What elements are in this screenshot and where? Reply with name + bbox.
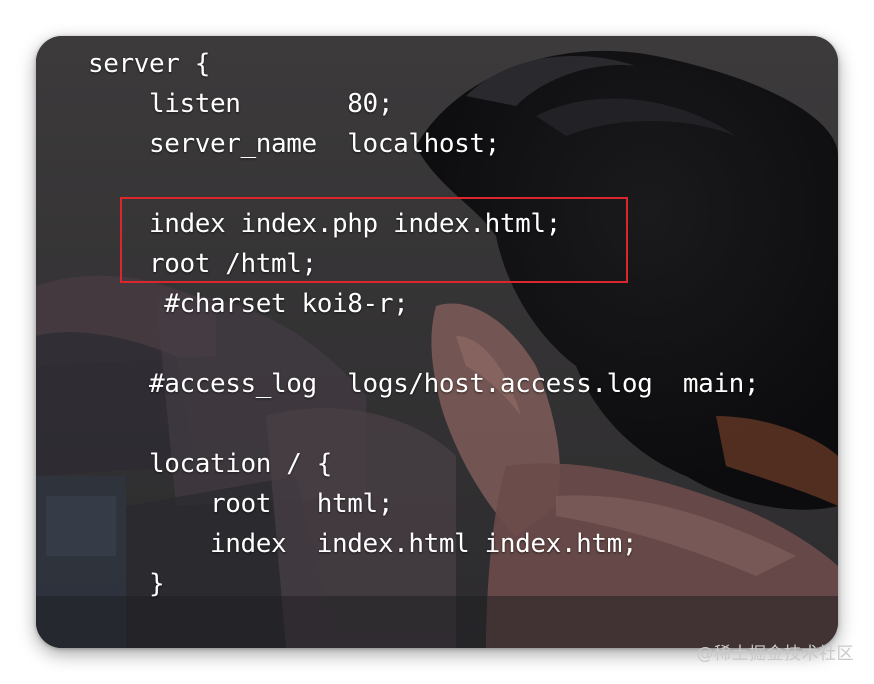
code-line: location / { bbox=[88, 449, 333, 479]
code-line: index index.html index.htm; bbox=[88, 529, 638, 559]
code-line: #access_log logs/host.access.log main; bbox=[88, 369, 760, 399]
code-block: server { listen 80; server_name localhos… bbox=[36, 36, 838, 648]
code-line: server_name localhost; bbox=[88, 129, 500, 159]
highlight-annotation-box bbox=[120, 197, 628, 283]
code-line: #charset koi8-r; bbox=[88, 289, 409, 319]
code-line: server { bbox=[88, 49, 211, 79]
code-line: } bbox=[88, 569, 165, 599]
code-line: root html; bbox=[88, 489, 394, 519]
code-line: listen 80; bbox=[88, 89, 394, 119]
code-screenshot-card: server { listen 80; server_name localhos… bbox=[36, 36, 838, 648]
watermark-text: @稀土掘金技术社区 bbox=[696, 644, 854, 664]
